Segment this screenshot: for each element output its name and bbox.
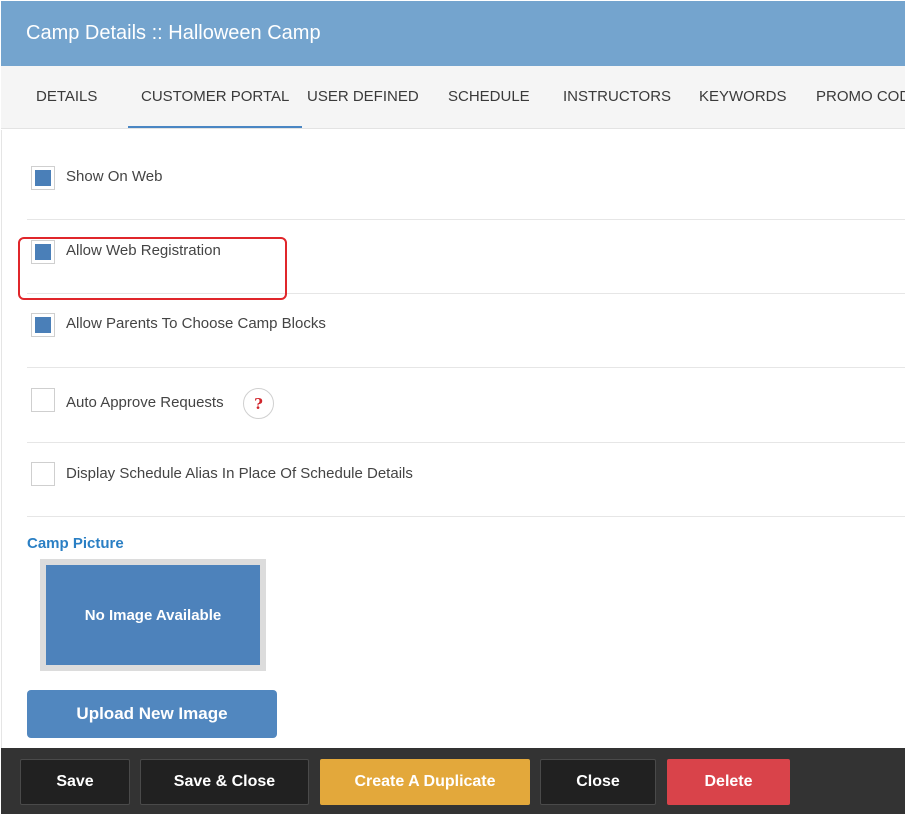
page-title: Camp Details :: Halloween Camp: [26, 22, 321, 44]
save-and-close-button[interactable]: Save & Close: [140, 759, 309, 805]
allow-web-registration-checkbox[interactable]: [31, 240, 55, 264]
option-row-display-schedule-alias: Display Schedule Alias In Place Of Sched…: [27, 443, 905, 517]
option-row-auto-approve-requests: Auto Approve Requests ?: [27, 368, 905, 443]
tab-customer-portal[interactable]: CUSTOMER PORTAL: [127, 66, 303, 128]
page-header: Camp Details :: Halloween Camp: [1, 1, 905, 66]
camp-picture-label: Camp Picture: [27, 535, 124, 552]
create-duplicate-button[interactable]: Create A Duplicate: [320, 759, 530, 805]
tab-details[interactable]: DETAILS: [36, 66, 97, 128]
tab-promo-codes[interactable]: PROMO CODES: [816, 66, 905, 128]
auto-approve-requests-label: Auto Approve Requests: [66, 394, 224, 411]
display-schedule-alias-label: Display Schedule Alias In Place Of Sched…: [66, 465, 413, 482]
help-icon[interactable]: ?: [243, 388, 274, 419]
close-button[interactable]: Close: [540, 759, 656, 805]
display-schedule-alias-checkbox[interactable]: [31, 462, 55, 486]
option-row-allow-parents-choose-blocks: Allow Parents To Choose Camp Blocks: [27, 294, 905, 368]
customer-portal-panel: Show On Web Allow Web Registration Allow…: [1, 130, 905, 748]
allow-parents-choose-blocks-checkbox[interactable]: [31, 313, 55, 337]
tab-bar: DETAILS CUSTOMER PORTAL USER DEFINED SCH…: [1, 66, 905, 129]
auto-approve-requests-checkbox[interactable]: [31, 388, 55, 412]
option-row-show-on-web: Show On Web: [27, 146, 905, 220]
tab-schedule[interactable]: SCHEDULE: [448, 66, 530, 128]
upload-new-image-button[interactable]: Upload New Image: [27, 690, 277, 738]
delete-button[interactable]: Delete: [667, 759, 790, 805]
action-footer: Save Save & Close Create A Duplicate Clo…: [1, 748, 905, 814]
show-on-web-label: Show On Web: [66, 168, 163, 185]
tab-keywords[interactable]: KEYWORDS: [699, 66, 787, 128]
no-image-placeholder: No Image Available: [46, 565, 260, 665]
save-button[interactable]: Save: [20, 759, 130, 805]
tab-instructors[interactable]: INSTRUCTORS: [563, 66, 671, 128]
show-on-web-checkbox[interactable]: [31, 166, 55, 190]
option-row-allow-web-registration: Allow Web Registration: [27, 220, 905, 294]
camp-picture-frame: No Image Available: [40, 559, 266, 671]
allow-web-registration-label: Allow Web Registration: [66, 242, 221, 259]
tab-user-defined[interactable]: USER DEFINED: [307, 66, 419, 128]
allow-parents-choose-blocks-label: Allow Parents To Choose Camp Blocks: [66, 315, 326, 332]
